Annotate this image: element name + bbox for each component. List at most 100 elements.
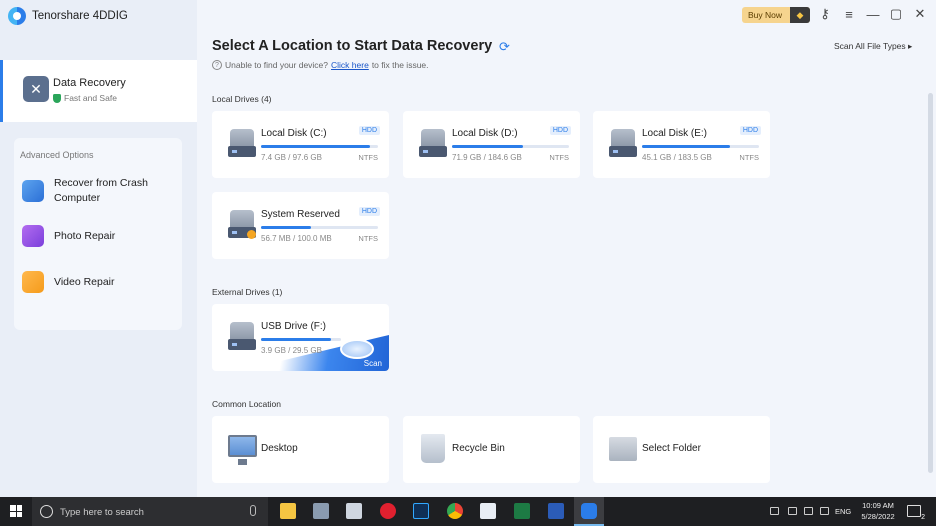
drive-size: 56.7 MB / 100.0 MB xyxy=(261,234,332,243)
local-drives-label: Local Drives (4) xyxy=(212,94,272,104)
drive-card-system-reserved[interactable]: System Reserved HDD 56.7 MB / 100.0 MB N… xyxy=(212,192,389,259)
app-icon[interactable] xyxy=(313,503,329,519)
help-suffix: to fix the issue. xyxy=(371,60,429,70)
diamond-icon: ◆ xyxy=(790,7,810,23)
notification-count: 2 xyxy=(921,514,925,521)
drive-type-badge: HDD xyxy=(739,126,761,135)
usage-bar xyxy=(642,145,759,148)
clock-date: 5/28/2022 xyxy=(861,512,895,521)
location-name: Recycle Bin xyxy=(452,443,505,454)
warning-badge-icon xyxy=(247,230,256,239)
nav-photo-repair-label: Photo Repair xyxy=(54,230,116,242)
volume-icon[interactable] xyxy=(820,507,829,515)
drive-card-e[interactable]: Local Disk (E:) HDD 45.1 GB / 183.5 GB N… xyxy=(593,111,770,178)
drive-name: System Reserved xyxy=(261,209,340,220)
drive-card-usb[interactable]: USB Drive (F:) 3.9 GB / 29.5 GB Scan xyxy=(212,304,389,371)
scan-all-file-types-button[interactable]: Scan All File Types ▸ xyxy=(834,41,912,52)
windows-start-icon[interactable] xyxy=(10,505,22,517)
taskbar: Type here to search ENG 10:09 AM 5/28/20… xyxy=(0,497,936,526)
maximize-icon[interactable]: ▢ xyxy=(888,6,904,22)
drive-type-badge: HDD xyxy=(358,126,380,135)
clock[interactable]: 10:09 AM 5/28/2022 xyxy=(858,501,898,521)
photoshop-icon[interactable] xyxy=(413,503,429,519)
buy-now-button[interactable]: Buy Now ◆ xyxy=(742,7,810,23)
desktop-icon xyxy=(228,435,257,465)
language-indicator[interactable]: ENG xyxy=(835,507,851,516)
drive-size: 71.9 GB / 184.6 GB xyxy=(452,153,522,162)
click-here-link[interactable]: Click here xyxy=(331,60,369,70)
scan-button[interactable]: Scan xyxy=(364,359,382,368)
buy-now-label: Buy Now xyxy=(748,10,783,20)
usage-bar-fill xyxy=(452,145,524,148)
close-icon[interactable]: ✕ xyxy=(912,6,928,22)
nav-recover-crash[interactable]: Recover from Crash Computer xyxy=(22,176,154,206)
minimize-icon[interactable]: — xyxy=(865,6,881,22)
shield-icon xyxy=(53,93,61,103)
clock-time: 10:09 AM xyxy=(862,501,894,510)
notification-icon[interactable]: 2 xyxy=(907,505,925,521)
usb-drive-icon xyxy=(228,322,256,350)
key-icon[interactable]: ⚷ xyxy=(817,6,833,22)
app-name: Tenorshare 4DDIG xyxy=(32,10,128,22)
network-icon[interactable] xyxy=(804,507,813,515)
location-desktop[interactable]: Desktop xyxy=(212,416,389,483)
taskbar-active-app[interactable] xyxy=(574,497,604,526)
advanced-options-title: Advanced Options xyxy=(20,150,94,160)
folder-icon xyxy=(609,437,637,461)
cortana-icon xyxy=(40,505,53,518)
word-icon[interactable] xyxy=(548,503,564,519)
chrome-icon[interactable] xyxy=(447,503,463,519)
taskbar-search[interactable]: Type here to search xyxy=(32,497,268,526)
app-header: Tenorshare 4DDIG xyxy=(8,7,128,25)
app-icon[interactable] xyxy=(346,503,362,519)
recycle-bin-icon xyxy=(421,434,445,463)
usage-bar-fill xyxy=(261,226,312,229)
drive-type-badge: HDD xyxy=(549,126,571,135)
location-recycle-bin[interactable]: Recycle Bin xyxy=(403,416,580,483)
nav-video-repair[interactable]: Video Repair xyxy=(22,271,115,293)
nav-data-recovery-title: Data Recovery xyxy=(53,77,126,89)
drive-card-d[interactable]: Local Disk (D:) HDD 71.9 GB / 184.6 GB N… xyxy=(403,111,580,178)
drive-filesystem: NTFS xyxy=(739,153,759,162)
nav-data-recovery[interactable]: ✕ Data Recovery Fast and Safe xyxy=(0,60,197,122)
4ddig-icon xyxy=(581,503,597,519)
scrollbar[interactable] xyxy=(928,93,933,473)
crash-computer-icon xyxy=(22,180,44,202)
app-icon[interactable] xyxy=(480,503,496,519)
search-placeholder: Type here to search xyxy=(60,507,144,518)
hard-drive-icon xyxy=(609,129,637,157)
drive-size: 3.9 GB / 29.5 GB xyxy=(261,346,322,355)
caret-right-icon: ▸ xyxy=(908,41,913,51)
refresh-icon[interactable]: ⟳ xyxy=(499,39,510,55)
excel-icon[interactable] xyxy=(514,503,530,519)
tray-icon[interactable] xyxy=(770,507,779,515)
external-drives-label: External Drives (1) xyxy=(212,287,283,297)
drive-name: Local Disk (C:) xyxy=(261,128,327,139)
location-select-folder[interactable]: Select Folder xyxy=(593,416,770,483)
location-name: Desktop xyxy=(261,443,298,454)
opera-icon[interactable] xyxy=(380,503,396,519)
drive-name: Local Disk (E:) xyxy=(642,128,708,139)
data-recovery-icon: ✕ xyxy=(23,76,49,102)
file-explorer-icon[interactable] xyxy=(280,503,296,519)
usage-bar xyxy=(261,226,378,229)
menu-icon[interactable]: ≡ xyxy=(841,6,857,22)
drive-filesystem: NTFS xyxy=(358,234,378,243)
hard-drive-icon xyxy=(228,129,256,157)
common-location-label: Common Location xyxy=(212,399,281,409)
question-icon: ? xyxy=(212,60,222,70)
drive-card-c[interactable]: Local Disk (C:) HDD 7.4 GB / 97.6 GB NTF… xyxy=(212,111,389,178)
drive-name: Local Disk (D:) xyxy=(452,128,518,139)
help-line: ? Unable to find your device? Click here… xyxy=(212,60,429,70)
usage-bar-fill xyxy=(642,145,730,148)
nav-photo-repair[interactable]: Photo Repair xyxy=(22,225,115,247)
advanced-options-panel: Advanced Options Recover from Crash Comp… xyxy=(14,138,182,330)
video-repair-icon xyxy=(22,271,44,293)
page-title: Select A Location to Start Data Recovery xyxy=(212,38,493,54)
drive-type-badge: HDD xyxy=(358,207,380,216)
drive-size: 7.4 GB / 97.6 GB xyxy=(261,153,322,162)
microphone-icon[interactable] xyxy=(250,505,256,516)
scan-disc-icon xyxy=(340,339,374,359)
tray-icon[interactable] xyxy=(788,507,797,515)
nav-data-recovery-subtitle: Fast and Safe xyxy=(53,93,117,103)
